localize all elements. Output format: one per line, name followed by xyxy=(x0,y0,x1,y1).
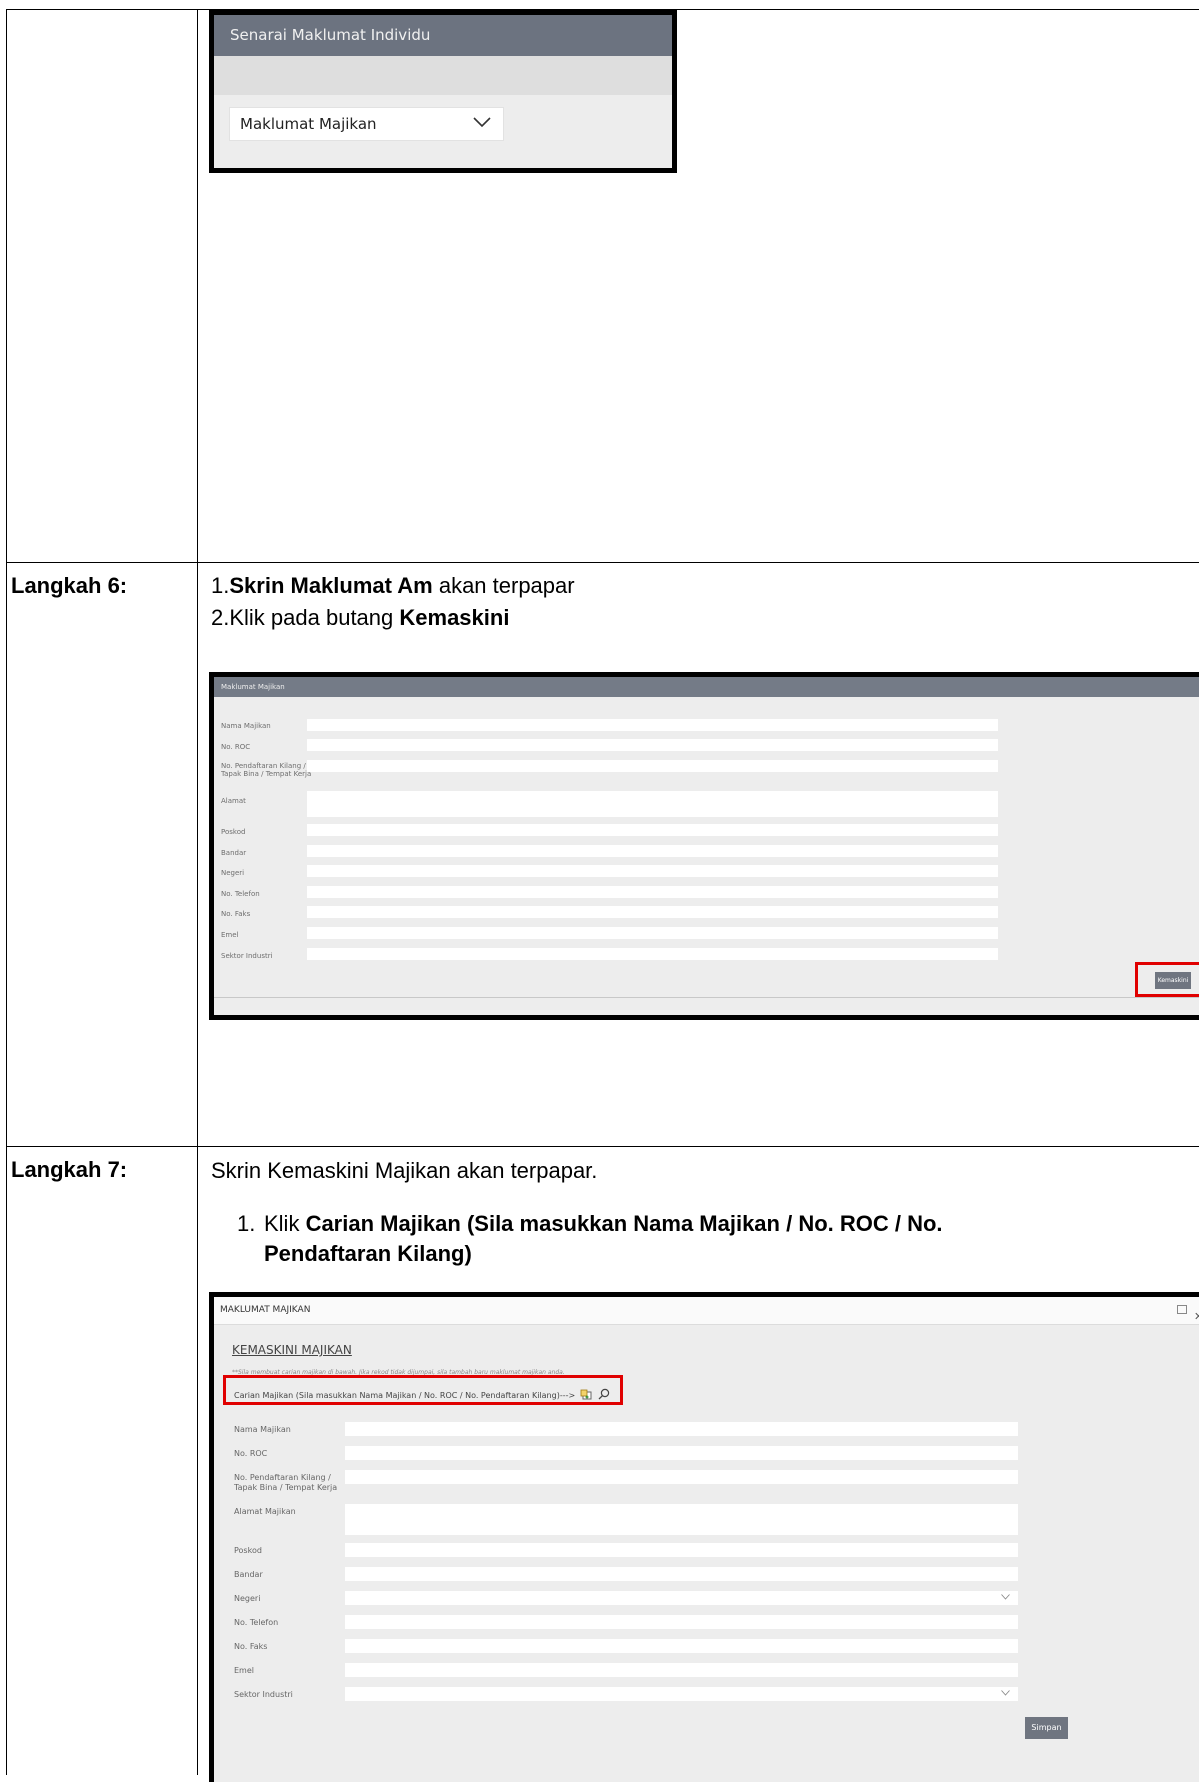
text: akan terpapar xyxy=(432,573,575,598)
field-label: Sektor Industri xyxy=(221,952,273,960)
field-label: No. Telefon xyxy=(221,890,260,898)
field-label: Alamat xyxy=(221,797,246,805)
field-label: No. Telefon xyxy=(234,1618,279,1627)
highlight-box xyxy=(1135,962,1199,997)
field-label: Alamat Majikan xyxy=(234,1507,296,1516)
step-6-line-2: 2.Klik pada butang Kemaskini xyxy=(211,602,509,634)
window-titlebar: MAKLUMAT MAJIKAN ✕ xyxy=(214,1297,1199,1325)
field-nama-majikan[interactable] xyxy=(345,1422,1018,1436)
divider xyxy=(214,997,1199,998)
select-value: Maklumat Majikan xyxy=(240,115,377,133)
field-no-telefon[interactable] xyxy=(345,1615,1018,1629)
field-nama-majikan[interactable] xyxy=(307,719,998,731)
chevron-down-icon xyxy=(473,117,491,128)
step-7-item-number: 1. xyxy=(237,1211,256,1236)
field-label: Bandar xyxy=(221,849,247,857)
chevron-down-icon xyxy=(1001,1690,1010,1696)
field-bandar[interactable] xyxy=(345,1567,1018,1581)
field-label: Emel xyxy=(221,931,239,939)
close-icon[interactable]: ✕ xyxy=(1194,1303,1199,1330)
field-no-faks[interactable] xyxy=(345,1639,1018,1653)
field-no-pendaftaran[interactable] xyxy=(307,760,998,772)
window-title: MAKLUMAT MAJIKAN xyxy=(220,1305,311,1315)
simpan-button[interactable]: Simpan xyxy=(1025,1717,1068,1739)
step-7-label: Langkah 7: xyxy=(11,1157,128,1182)
field-sektor-industri-select[interactable] xyxy=(345,1687,1018,1701)
field-label: No. Faks xyxy=(234,1642,268,1651)
field-label: No. ROC xyxy=(234,1449,268,1458)
field-no-roc[interactable] xyxy=(307,739,998,751)
field-label: Sektor Industri xyxy=(234,1690,293,1699)
field-label: Bandar xyxy=(234,1570,263,1579)
field-bandar[interactable] xyxy=(307,845,998,857)
step-7-item-line-2: Pendaftaran Kilang) xyxy=(264,1241,472,1266)
maklumat-select[interactable]: Maklumat Majikan xyxy=(229,107,504,141)
field-label: Emel xyxy=(234,1666,254,1675)
field-label: No. Pendaftaran Kilang / Tapak Bina / Te… xyxy=(234,1473,338,1492)
maximize-icon[interactable] xyxy=(1177,1305,1187,1314)
field-label: Negeri xyxy=(234,1594,261,1603)
panel-header: Maklumat Majikan xyxy=(214,677,1199,697)
screenshot-kemaskini-majikan: MAKLUMAT MAJIKAN ✕ KEMASKINI MAJIKAN **S… xyxy=(209,1292,1199,1782)
table-row-divider xyxy=(6,1146,1199,1147)
field-alamat-majikan[interactable] xyxy=(345,1504,1018,1535)
field-label: No. ROC xyxy=(221,743,251,751)
field-label: Negeri xyxy=(221,869,245,877)
table-border-left xyxy=(6,9,7,1775)
screenshot-maklumat-majikan: Maklumat Majikan Nama Majikan No. ROC No… xyxy=(209,672,1199,1020)
table-column-divider xyxy=(197,9,198,1775)
field-no-pendaftaran[interactable] xyxy=(345,1470,1018,1484)
field-sektor-industri[interactable] xyxy=(307,948,998,960)
panel-header: Senarai Maklumat Individu xyxy=(214,15,672,56)
field-label: Nama Majikan xyxy=(221,722,271,730)
field-poskod[interactable] xyxy=(307,824,998,836)
field-no-telefon[interactable] xyxy=(307,886,998,898)
field-label: No. Pendaftaran Kilang / Tapak Bina / Te… xyxy=(221,762,312,778)
highlight-box xyxy=(223,1375,623,1405)
field-alamat[interactable] xyxy=(307,791,998,817)
field-label: No. Faks xyxy=(221,910,251,918)
field-no-faks[interactable] xyxy=(307,906,998,918)
field-negeri[interactable] xyxy=(307,865,998,877)
field-emel[interactable] xyxy=(345,1663,1018,1677)
bold-text: Kemaskini xyxy=(399,605,510,630)
step-6-label: Langkah 6: xyxy=(11,573,128,598)
step-7-item-line-1: Klik Carian Majikan (Sila masukkan Nama … xyxy=(264,1208,943,1240)
list-number: 2. xyxy=(211,605,230,630)
text: Klik xyxy=(264,1211,306,1236)
field-emel[interactable] xyxy=(307,927,998,939)
bold-text: Skrin Maklumat Am xyxy=(229,573,433,598)
table-row-divider xyxy=(6,562,1199,563)
text: Klik pada butang xyxy=(229,605,400,630)
panel-band xyxy=(214,56,672,95)
field-no-roc[interactable] xyxy=(345,1446,1018,1460)
field-negeri-select[interactable] xyxy=(345,1591,1018,1605)
field-label: Poskod xyxy=(234,1546,262,1555)
chevron-down-icon xyxy=(1001,1594,1010,1600)
bold-text: Carian Majikan (Sila masukkan Nama Majik… xyxy=(305,1211,943,1236)
document-page: Senarai Maklumat Individu Maklumat Majik… xyxy=(0,0,1199,1782)
field-poskod[interactable] xyxy=(345,1543,1018,1557)
field-label: Poskod xyxy=(221,828,246,836)
step-6-line-1: 1.Skrin Maklumat Am akan terpapar xyxy=(211,570,575,602)
field-label: Nama Majikan xyxy=(234,1425,291,1434)
list-number: 1. xyxy=(211,573,230,598)
step-7-intro: Skrin Kemaskini Majikan akan terpapar. xyxy=(211,1158,598,1183)
form-title: KEMASKINI MAJIKAN xyxy=(232,1343,352,1357)
screenshot-senarai-maklumat: Senarai Maklumat Individu Maklumat Majik… xyxy=(209,10,677,173)
